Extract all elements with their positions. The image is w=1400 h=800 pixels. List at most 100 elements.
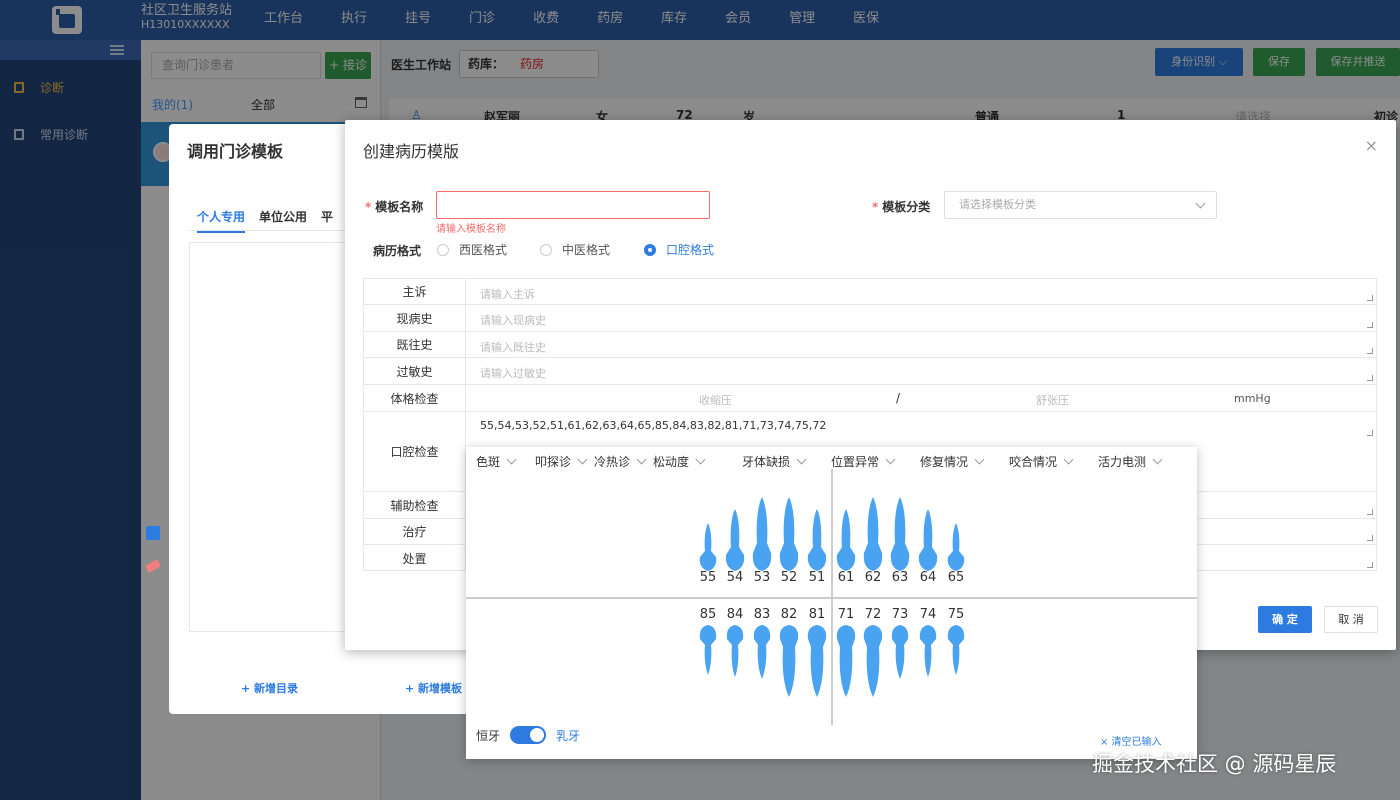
- tooth-71[interactable]: [835, 625, 857, 697]
- format-oral-radio[interactable]: 口腔格式: [644, 241, 714, 258]
- filter-defect[interactable]: 牙体缺损: [742, 453, 807, 470]
- form-row-present-illness: 现病史 请输入现病史: [364, 305, 1376, 332]
- tooth-number: 52: [780, 570, 798, 585]
- systolic-input[interactable]: 收缩压: [699, 392, 732, 408]
- tooth-number: 54: [726, 570, 744, 585]
- close-icon[interactable]: ×: [1365, 136, 1378, 155]
- resize-handle-icon[interactable]: [1367, 348, 1373, 354]
- tooth-51[interactable]: [806, 509, 828, 571]
- tooth-55[interactable]: [697, 523, 719, 571]
- filter-thermal[interactable]: 冷热诊: [594, 453, 647, 470]
- category-placeholder: 请选择模板分类: [959, 198, 1036, 211]
- tooth-number: 74: [919, 607, 937, 622]
- filter-stain[interactable]: 色斑: [476, 453, 517, 470]
- tooth-52[interactable]: [778, 497, 800, 571]
- chevron-down-icon: [1152, 454, 1163, 465]
- form-row-past-history: 既往史 请输入既往史: [364, 332, 1376, 358]
- dentition-switch[interactable]: [510, 726, 547, 744]
- resize-handle-icon[interactable]: [1367, 535, 1373, 541]
- template-category-label-text: 模板分类: [882, 200, 931, 214]
- template-name-error: 请输入模板名称: [436, 224, 506, 235]
- form-row-physical-exam: 体格检查 收缩压 / 舒张压 mmHg: [364, 385, 1376, 412]
- template-name-input[interactable]: [436, 191, 710, 219]
- resize-handle-icon[interactable]: [1367, 295, 1373, 301]
- tooth-64[interactable]: [917, 509, 939, 571]
- field-label: 体格检查: [364, 385, 466, 411]
- tooth-53[interactable]: [751, 497, 773, 571]
- form-row-allergy: 过敏史 请输入过敏史: [364, 358, 1376, 385]
- tooth-number: 75: [947, 607, 965, 622]
- tooth-number: 61: [837, 570, 855, 585]
- tooth-75[interactable]: [945, 625, 967, 675]
- chief-complaint-input[interactable]: 请输入主诉: [480, 286, 535, 302]
- chevron-down-icon: [695, 454, 706, 465]
- chevron-down-icon: [974, 454, 985, 465]
- format-label: 口腔格式: [666, 243, 715, 257]
- resize-handle-icon[interactable]: [1367, 509, 1373, 515]
- tooth-82[interactable]: [778, 625, 800, 697]
- oral-exam-input[interactable]: 55,54,53,52,51,61,62,63,64,65,85,84,83,8…: [480, 419, 826, 432]
- tooth-54[interactable]: [724, 509, 746, 571]
- dialog-title: 创建病历模版: [363, 142, 460, 161]
- tooth-85[interactable]: [697, 625, 719, 675]
- tooth-number: 63: [891, 570, 909, 585]
- tooth-72[interactable]: [862, 625, 884, 697]
- tooth-number: 84: [726, 607, 744, 622]
- tooth-81[interactable]: [806, 625, 828, 697]
- tooth-number: 53: [753, 570, 771, 585]
- tooth-84[interactable]: [724, 625, 746, 677]
- chevron-down-icon: [1195, 198, 1206, 209]
- past-history-input[interactable]: 请输入既往史: [480, 339, 546, 355]
- present-illness-input[interactable]: 请输入现病史: [480, 312, 546, 328]
- radio-icon: [644, 243, 656, 256]
- tooth-83[interactable]: [751, 625, 773, 679]
- confirm-button[interactable]: 确 定: [1258, 606, 1312, 633]
- cancel-button[interactable]: 取 消: [1324, 606, 1378, 633]
- tooth-61[interactable]: [835, 509, 857, 571]
- checkbox-icon[interactable]: [146, 526, 160, 540]
- diastolic-input[interactable]: 舒张压: [1036, 392, 1069, 408]
- add-directory-link[interactable]: + 新增目录: [241, 680, 298, 696]
- format-western-radio[interactable]: 西医格式: [437, 241, 507, 258]
- tooth-65[interactable]: [945, 523, 967, 571]
- template-dialog-title: 调用门诊模板: [187, 142, 284, 161]
- resize-handle-icon[interactable]: [1367, 562, 1373, 568]
- filter-label: 咬合情况: [1009, 455, 1058, 469]
- template-category-select[interactable]: 请选择模板分类: [944, 191, 1217, 219]
- filter-label: 活力电测: [1098, 455, 1147, 469]
- resize-handle-icon[interactable]: [1367, 430, 1373, 436]
- chevron-down-icon: [1063, 454, 1074, 465]
- filter-percussion[interactable]: 叩探诊: [535, 453, 588, 470]
- tooth-73[interactable]: [889, 625, 911, 679]
- filter-label: 色斑: [476, 455, 501, 469]
- tooth-number: 65: [947, 570, 965, 585]
- tooth-74[interactable]: [917, 625, 939, 677]
- clear-input-link[interactable]: × 清空已输入: [1100, 733, 1162, 748]
- resize-handle-icon[interactable]: [1367, 322, 1373, 328]
- filter-position[interactable]: 位置异常: [831, 453, 896, 470]
- filter-mobility[interactable]: 松动度: [653, 453, 706, 470]
- add-template-link[interactable]: + 新增模板: [405, 680, 462, 696]
- tooth-number: 64: [919, 570, 937, 585]
- filter-vitality[interactable]: 活力电测: [1098, 453, 1163, 470]
- filter-restoration[interactable]: 修复情况: [920, 453, 985, 470]
- tooth-number: 51: [808, 570, 826, 585]
- tooth-number: 71: [837, 607, 855, 622]
- tooth-number: 85: [699, 607, 717, 622]
- field-label: 治疗: [364, 519, 466, 544]
- primary-teeth-label: 乳牙: [556, 728, 581, 743]
- filter-occlusion[interactable]: 咬合情况: [1009, 453, 1074, 470]
- required-mark: *: [872, 200, 879, 214]
- tooth-62[interactable]: [862, 497, 884, 571]
- allergy-input[interactable]: 请输入过敏史: [480, 365, 546, 381]
- tooth-63[interactable]: [889, 497, 911, 571]
- chevron-down-icon: [506, 454, 517, 465]
- format-chinese-radio[interactable]: 中医格式: [540, 241, 610, 258]
- occlusal-divider: [466, 597, 1197, 599]
- field-label: 主诉: [364, 279, 466, 304]
- watermark: 掘金技术社区 @ 源码星辰: [1092, 752, 1337, 776]
- radio-icon: [437, 243, 449, 256]
- resize-handle-icon[interactable]: [1367, 375, 1373, 381]
- field-label: 既往史: [364, 332, 466, 357]
- permanent-teeth-label: 恒牙: [476, 728, 501, 743]
